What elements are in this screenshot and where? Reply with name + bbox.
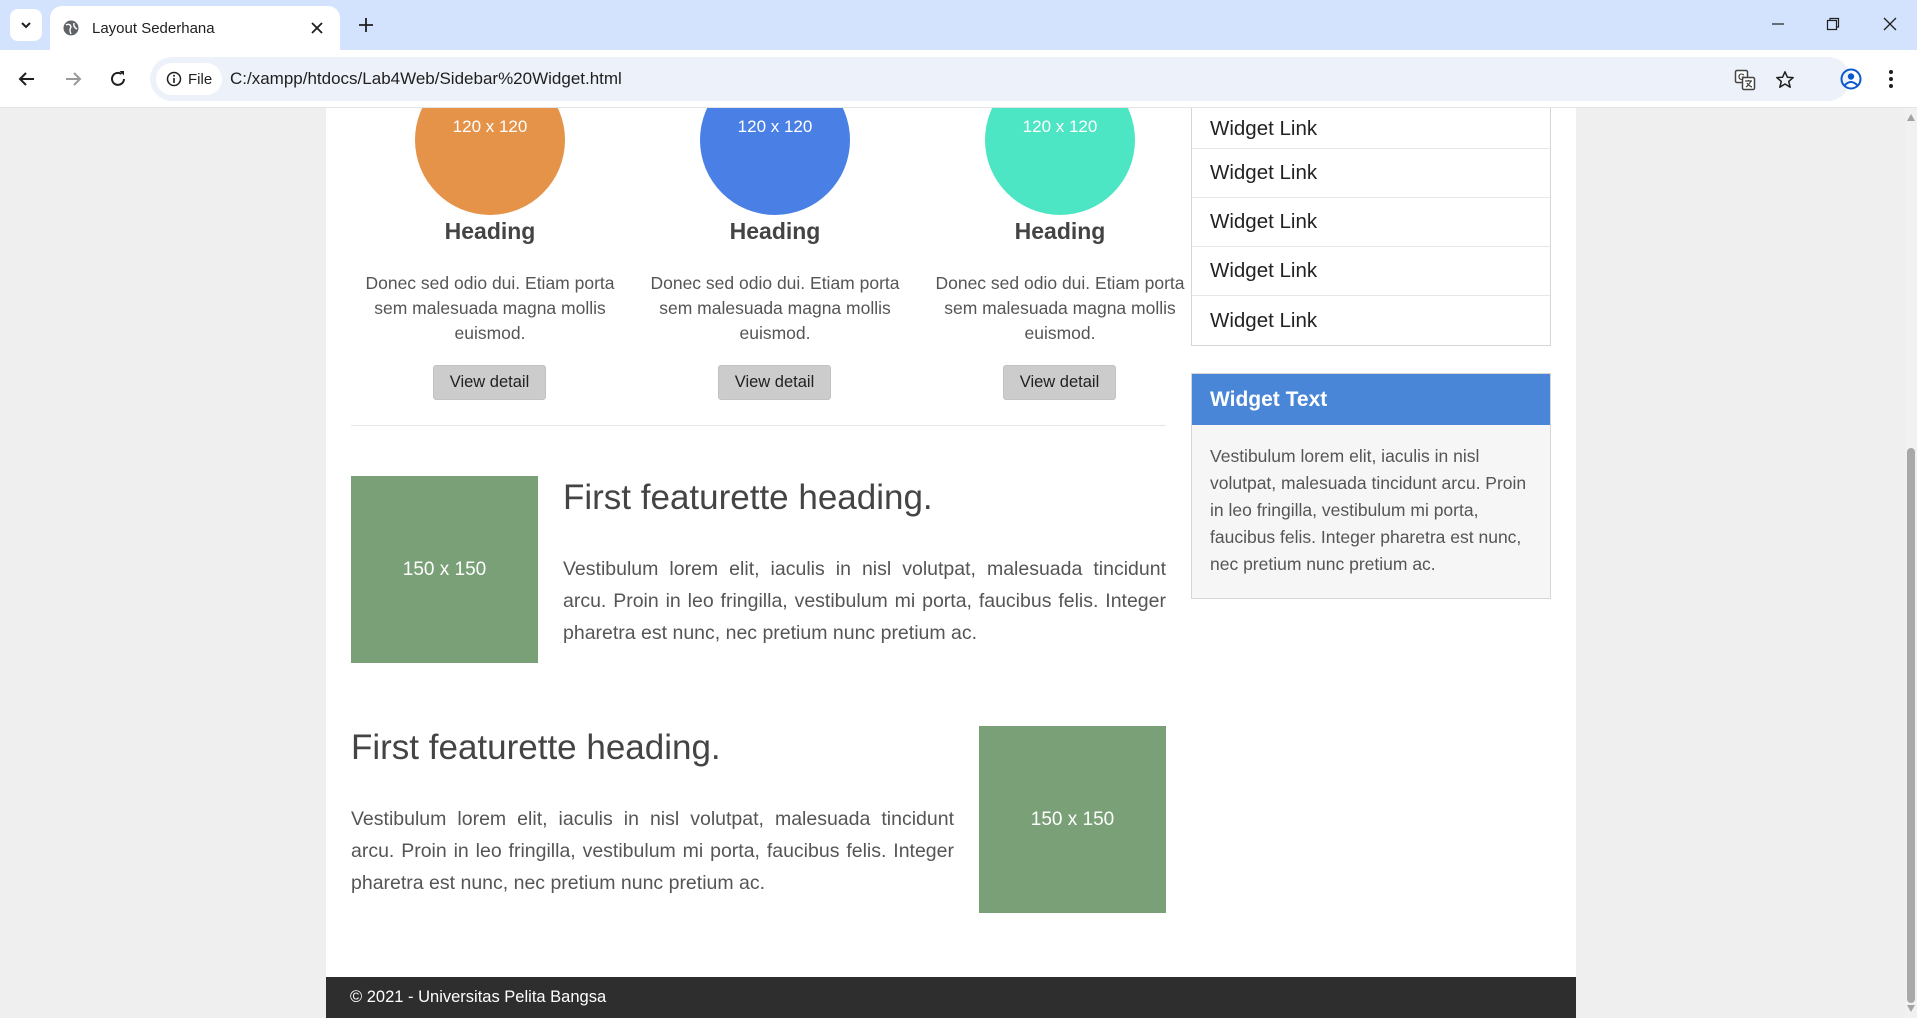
column-heading: Heading xyxy=(729,218,821,244)
circle-image-placeholder: 120 x 120 xyxy=(415,108,565,215)
site-chip-label: File xyxy=(188,70,213,88)
back-button[interactable] xyxy=(10,62,44,96)
view-detail-button[interactable]: View detail xyxy=(1003,365,1116,400)
plus-icon xyxy=(359,18,373,32)
arrow-right-icon xyxy=(66,72,82,86)
column-heading: Heading xyxy=(444,218,536,244)
new-tab-button[interactable] xyxy=(352,11,380,39)
column-text: Donec sed odio dui. Etiam porta sem male… xyxy=(650,273,900,343)
view-detail-button[interactable]: View detail xyxy=(433,365,546,400)
reload-button[interactable] xyxy=(101,62,135,96)
arrow-left-icon xyxy=(18,72,34,86)
globe-icon xyxy=(63,20,79,36)
featurette-text: Vestibulum lorem elit, iaculis in nisl v… xyxy=(351,808,954,894)
browser-menu-button[interactable] xyxy=(1876,62,1906,96)
page-container: 120 x 120 Heading Donec sed odio dui. Et… xyxy=(326,108,1576,1018)
sidebar-widget-link[interactable]: Widget Link xyxy=(1192,296,1550,345)
translate-icon: G xyxy=(1734,69,1756,91)
kebab-menu-icon xyxy=(1889,70,1893,88)
bookmark-button[interactable] xyxy=(1770,65,1800,95)
browser-tab-strip: Layout Sederhana xyxy=(0,0,1917,50)
vertical-scrollbar[interactable] xyxy=(1905,108,1917,1018)
image-label: 120 x 120 xyxy=(1022,117,1098,136)
reload-icon xyxy=(111,71,125,86)
info-icon xyxy=(166,71,182,87)
profile-button[interactable] xyxy=(1834,62,1868,96)
column-text: Donec sed odio dui. Etiam porta sem male… xyxy=(935,273,1185,343)
close-icon xyxy=(311,22,323,34)
featurette-image-placeholder: 150 x 150 xyxy=(351,476,538,663)
sidebar-widget-link[interactable]: Widget Link xyxy=(1192,108,1550,149)
image-label: 120 x 120 xyxy=(737,117,813,136)
section-divider xyxy=(351,425,1166,426)
sidebar-widget-text: Widget Text Vestibulum lorem elit, iacul… xyxy=(1191,373,1551,599)
star-icon xyxy=(1776,71,1794,88)
browser-toolbar: File C:/xampp/htdocs/Lab4Web/Sidebar%20W… xyxy=(0,50,1917,108)
image-label: 150 x 150 xyxy=(402,558,487,580)
site-info-chip[interactable]: File xyxy=(156,63,223,95)
window-close-button[interactable] xyxy=(1862,0,1917,48)
close-icon xyxy=(1883,17,1897,31)
sidebar-widget-link[interactable]: Widget Link xyxy=(1192,247,1550,296)
scrollbar-thumb[interactable] xyxy=(1907,448,1915,1003)
restore-icon xyxy=(1826,17,1840,31)
minimize-button[interactable] xyxy=(1750,0,1806,48)
circle-image-placeholder: 120 x 120 xyxy=(985,108,1135,215)
column-text: Donec sed odio dui. Etiam porta sem male… xyxy=(365,273,615,343)
page-footer: © 2021 - Universitas Pelita Bangsa xyxy=(326,977,1576,1018)
image-label: 150 x 150 xyxy=(1030,808,1115,830)
scroll-down-arrow-icon[interactable] xyxy=(1907,1005,1915,1012)
url-text[interactable]: C:/xampp/htdocs/Lab4Web/Sidebar%20Widget… xyxy=(230,69,622,89)
view-detail-button[interactable]: View detail xyxy=(718,365,831,400)
image-label: 120 x 120 xyxy=(452,117,528,136)
featurette-text: Vestibulum lorem elit, iaculis in nisl v… xyxy=(563,558,1166,644)
sidebar-widget-links: Widget Link Widget Link Widget Link Widg… xyxy=(1191,108,1551,346)
tab-search-button[interactable] xyxy=(10,9,42,41)
tab-title: Layout Sederhana xyxy=(92,19,215,37)
chevron-down-icon xyxy=(21,22,31,29)
widget-title: Widget Text xyxy=(1192,374,1550,425)
browser-tab-active[interactable]: Layout Sederhana xyxy=(50,6,340,50)
minimize-icon xyxy=(1772,23,1784,25)
featurette-heading: First featurette heading. xyxy=(563,478,933,517)
restore-button[interactable] xyxy=(1805,0,1861,48)
widget-body: Vestibulum lorem elit, iaculis in nisl v… xyxy=(1210,446,1527,574)
address-bar[interactable]: File C:/xampp/htdocs/Lab4Web/Sidebar%20W… xyxy=(150,57,1850,101)
footer-text: © 2021 - Universitas Pelita Bangsa xyxy=(350,988,607,1006)
profile-icon xyxy=(1840,68,1862,90)
circle-image-placeholder: 120 x 120 xyxy=(700,108,850,215)
tab-close-button[interactable] xyxy=(306,17,328,39)
page-viewport: 120 x 120 Heading Donec sed odio dui. Et… xyxy=(0,108,1905,1018)
featurette-image-placeholder: 150 x 150 xyxy=(979,726,1166,913)
column-heading: Heading xyxy=(1014,218,1106,244)
scroll-up-arrow-icon[interactable] xyxy=(1907,114,1915,121)
sidebar-widget-link[interactable]: Widget Link xyxy=(1192,149,1550,198)
translate-button[interactable]: G xyxy=(1730,65,1760,95)
sidebar-widget-link[interactable]: Widget Link xyxy=(1192,198,1550,247)
featurette-heading: First featurette heading. xyxy=(351,728,721,767)
forward-button[interactable] xyxy=(56,62,90,96)
